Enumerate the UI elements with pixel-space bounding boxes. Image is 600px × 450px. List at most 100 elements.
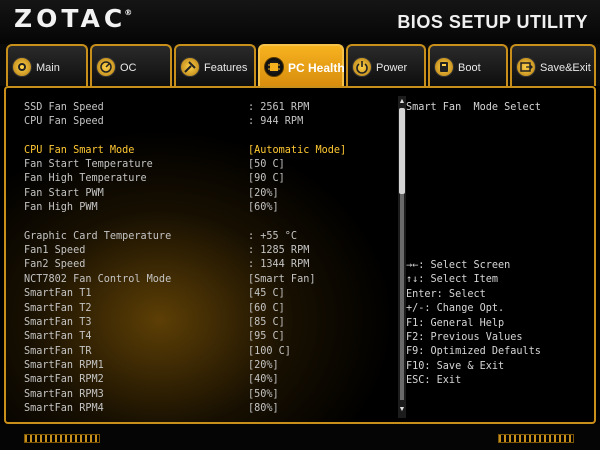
tab-main-label: Main xyxy=(36,62,60,74)
scroll-up-icon[interactable]: ▲ xyxy=(398,98,406,106)
setting-fan-start-pwm[interactable]: Fan Start PWM [20%] xyxy=(24,188,279,201)
help-key-previous-values: F2: Previous Values xyxy=(406,332,523,343)
setting-label: Fan2 Speed xyxy=(24,259,86,270)
setting-label: SmartFan T4 xyxy=(24,331,92,342)
setting-smartfan-t4[interactable]: SmartFan T4 [95 C] xyxy=(24,331,285,344)
setting-value[interactable]: [95 C] xyxy=(248,331,285,342)
power-icon xyxy=(352,57,372,77)
setting-label: SmartFan T1 xyxy=(24,288,92,299)
setting-label: Fan High PWM xyxy=(24,202,98,213)
settings-list: SSD Fan Speed: 2561 RPM CPU Fan Speed : 9… xyxy=(6,88,398,422)
setting-graphic-card-temperature: Graphic Card Temperature : +55 °C xyxy=(24,231,297,244)
setting-label: Fan Start PWM xyxy=(24,188,104,199)
setting-value[interactable]: [60%] xyxy=(248,202,279,213)
setting-fan1-speed: Fan1 Speed : 1285 RPM xyxy=(24,245,309,258)
help-key-optimized-defaults: F9: Optimized Defaults xyxy=(406,346,541,357)
tab-save-exit[interactable]: Save&Exit xyxy=(510,44,596,86)
features-icon xyxy=(180,57,200,77)
tab-oc[interactable]: OC xyxy=(90,44,172,86)
setting-value[interactable]: [45 C] xyxy=(248,288,285,299)
setting-cpu-fan-speed: CPU Fan Speed : 944 RPM xyxy=(24,116,303,129)
setting-fan-start-temperature[interactable]: Fan Start Temperature [50 C] xyxy=(24,159,285,172)
setting-value[interactable]: [60 C] xyxy=(248,303,285,314)
footer-decoration-right xyxy=(498,434,574,443)
setting-label: NCT7802 Fan Control Mode xyxy=(24,274,172,285)
tab-boot[interactable]: Boot xyxy=(428,44,508,86)
header-bar: ZOTAC ® BIOS SETUP UTILITY xyxy=(0,0,600,44)
setting-label: SmartFan RPM1 xyxy=(24,360,104,371)
setting-smartfan-rpm2[interactable]: SmartFan RPM2 [40%] xyxy=(24,374,279,387)
help-panel: Smart Fan Mode Select →←: Select Screen … xyxy=(406,88,594,422)
setting-smartfan-rpm1[interactable]: SmartFan RPM1 [20%] xyxy=(24,360,279,373)
setting-value[interactable]: [Automatic Mode] xyxy=(248,145,346,156)
setting-label: CPU Fan Smart Mode xyxy=(24,145,135,156)
setting-ssd-fan-speed: SSD Fan Speed: 2561 RPM xyxy=(24,102,309,115)
scroll-down-icon[interactable]: ▼ xyxy=(398,406,406,414)
setting-value[interactable]: [85 C] xyxy=(248,317,285,328)
help-key-change-opt: +/-: Change Opt. xyxy=(406,303,505,314)
setting-label: SmartFan RPM3 xyxy=(24,389,104,400)
tab-pc-health[interactable]: PC Health xyxy=(258,44,345,88)
tab-main[interactable]: Main xyxy=(6,44,88,86)
setting-value: : +55 °C xyxy=(248,231,298,242)
logo-registered-mark: ® xyxy=(124,8,133,17)
setting-value[interactable]: [20%] xyxy=(248,188,279,199)
tab-boot-label: Boot xyxy=(458,62,481,74)
setting-value[interactable]: [80%] xyxy=(248,403,279,414)
boot-icon xyxy=(434,57,454,77)
tab-pc-health-label: PC Health xyxy=(288,61,345,75)
tab-power-label: Power xyxy=(376,62,408,74)
setting-label: CPU Fan Speed xyxy=(24,116,104,127)
main-icon xyxy=(12,57,32,77)
tab-features[interactable]: Features xyxy=(174,44,256,86)
help-key-esc-exit: ESC: Exit xyxy=(406,375,462,386)
setting-value[interactable]: [50%] xyxy=(248,389,279,400)
setting-value[interactable]: [40%] xyxy=(248,374,279,385)
setting-label: SmartFan RPM2 xyxy=(24,374,104,385)
logo-text: ZOTAC xyxy=(14,4,127,33)
help-key-general-help: F1: General Help xyxy=(406,318,505,329)
scrollbar-thumb[interactable] xyxy=(399,108,405,194)
setting-smartfan-t3[interactable]: SmartFan T3 [85 C] xyxy=(24,317,285,330)
settings-scrollbar[interactable]: ▲ ▼ xyxy=(398,96,406,418)
setting-label: Fan High Temperature xyxy=(24,173,147,184)
setting-fan2-speed: Fan2 Speed : 1344 RPM xyxy=(24,259,309,272)
oc-icon xyxy=(96,57,116,77)
setting-value[interactable]: [Smart Fan] xyxy=(248,274,315,285)
setting-label: Fan Start Temperature xyxy=(24,159,153,170)
setting-value: : 944 RPM xyxy=(248,116,304,127)
chip-icon xyxy=(264,57,284,77)
save-exit-icon xyxy=(516,57,536,77)
setting-smartfan-t2[interactable]: SmartFan T2 [60 C] xyxy=(24,303,285,316)
setting-smartfan-rpm4[interactable]: SmartFan RPM4 [80%] xyxy=(24,403,279,416)
footer-decoration-left xyxy=(24,434,100,443)
setting-value[interactable]: [100 C] xyxy=(248,346,291,357)
setting-value[interactable]: [90 C] xyxy=(248,173,285,184)
setting-fan-high-pwm[interactable]: Fan High PWM [60%] xyxy=(24,202,279,215)
setting-label: Graphic Card Temperature xyxy=(24,231,172,242)
help-description: Smart Fan Mode Select xyxy=(406,102,541,113)
setting-label: Fan1 Speed xyxy=(24,245,86,256)
setting-smartfan-rpm3[interactable]: SmartFan RPM3 [50%] xyxy=(24,389,279,402)
setting-fan-high-temperature[interactable]: Fan High Temperature [90 C] xyxy=(24,173,285,186)
setting-label: SmartFan T3 xyxy=(24,317,92,328)
setting-value[interactable]: [50 C] xyxy=(248,159,285,170)
help-key-enter: Enter: Select xyxy=(406,289,486,300)
setting-smartfan-tr[interactable]: SmartFan TR [100 C] xyxy=(24,346,291,359)
setting-value[interactable]: [20%] xyxy=(248,360,279,371)
setting-nct7802-fan-control-mode[interactable]: NCT7802 Fan Control Mode [Smart Fan] xyxy=(24,274,315,287)
setting-value: : 1344 RPM xyxy=(248,259,310,270)
setting-label: SmartFan T2 xyxy=(24,303,92,314)
scrollbar-track[interactable] xyxy=(400,194,404,400)
setting-cpu-fan-smart-mode[interactable]: CPU Fan Smart Mode [Automatic Mode] xyxy=(24,145,346,158)
setting-value: : 1285 RPM xyxy=(248,245,310,256)
tab-save-exit-label: Save&Exit xyxy=(540,62,591,74)
setting-value: : 2561 RPM xyxy=(248,102,310,113)
app-title: BIOS SETUP UTILITY xyxy=(397,12,588,32)
help-key-select-screen: →←: Select Screen xyxy=(406,260,511,271)
help-key-save-exit: F10: Save & Exit xyxy=(406,361,505,372)
setting-smartfan-t1[interactable]: SmartFan T1 [45 C] xyxy=(24,288,285,301)
settings-panel: SSD Fan Speed: 2561 RPM CPU Fan Speed : 9… xyxy=(4,86,596,424)
footer-bar xyxy=(0,424,600,450)
tab-power[interactable]: Power xyxy=(346,44,426,86)
